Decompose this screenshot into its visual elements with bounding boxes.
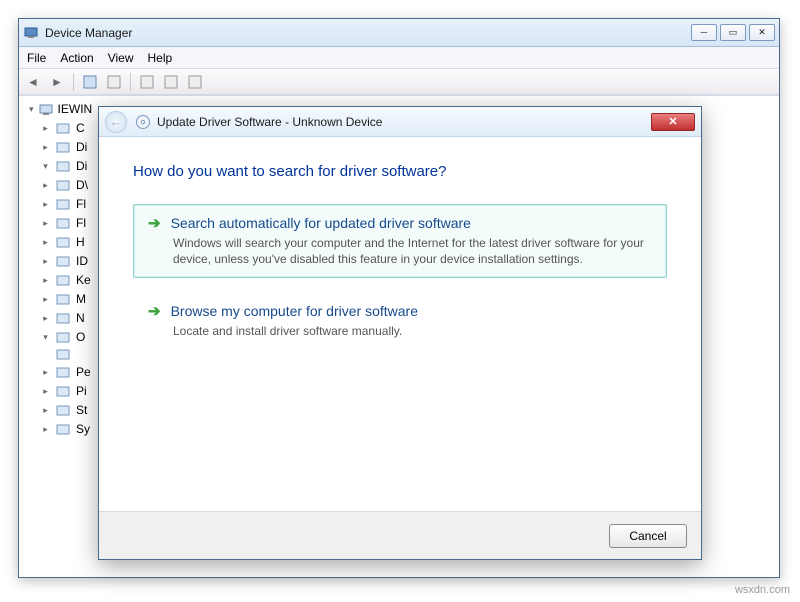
toolbar-back-button[interactable]: ◄	[23, 72, 43, 92]
tree-node-label: Fl	[76, 195, 86, 214]
dialog-heading: How do you want to search for driver sof…	[133, 163, 667, 180]
tree-node-label: Di	[76, 138, 87, 157]
expand-icon[interactable]: ▸	[41, 119, 50, 138]
tree-node-label: Pe	[76, 363, 91, 382]
update-driver-dialog: ← Update Driver Software - Unknown Devic…	[98, 106, 702, 560]
option-search-automatically[interactable]: ➔ Search automatically for updated drive…	[133, 204, 667, 278]
expand-icon[interactable]: ▸	[41, 401, 50, 420]
toolbar-forward-button[interactable]: ►	[47, 72, 67, 92]
tree-node-label: D\	[76, 176, 88, 195]
expand-icon[interactable]: ▸	[41, 290, 50, 309]
expand-icon[interactable]: ▸	[41, 363, 50, 382]
tree-node-label: St	[76, 401, 87, 420]
expand-icon[interactable]: ▸	[41, 271, 50, 290]
menu-help[interactable]: Help	[148, 51, 173, 65]
device-icon	[55, 216, 71, 232]
toolbar-icon[interactable]	[161, 72, 181, 92]
expand-icon[interactable]: ▸	[41, 138, 50, 157]
tree-node-label: Fl	[76, 214, 86, 233]
device-manager-titlebar[interactable]: Device Manager ─ ▭ ✕	[19, 19, 779, 47]
tree-node-label: ID	[76, 252, 88, 271]
tree-node-label: H	[76, 233, 85, 252]
device-manager-title: Device Manager	[45, 26, 691, 40]
expand-icon[interactable]: ▾	[41, 328, 50, 347]
device-icon	[55, 178, 71, 194]
cancel-button[interactable]: Cancel	[609, 524, 687, 548]
toolbar-icon[interactable]	[104, 72, 124, 92]
menu-file[interactable]: File	[27, 51, 46, 65]
device-icon	[55, 422, 71, 438]
expand-icon[interactable]: ▸	[41, 214, 50, 233]
device-icon	[55, 235, 71, 251]
close-button[interactable]: ✕	[749, 24, 775, 41]
device-icon	[55, 403, 71, 419]
tree-node-label: Pi	[76, 382, 87, 401]
tree-node-label: C	[76, 119, 85, 138]
collapse-icon[interactable]: ▾	[29, 100, 34, 119]
device-icon	[55, 254, 71, 270]
option-description: Windows will search your computer and th…	[173, 235, 652, 267]
tree-node-label: N	[76, 309, 85, 328]
device-icon	[55, 273, 71, 289]
device-manager-icon	[23, 25, 39, 41]
tree-node-label: Sy	[76, 420, 90, 439]
toolbar-icon[interactable]	[80, 72, 100, 92]
device-manager-menubar: File Action View Help	[19, 47, 779, 69]
tree-node-label: M	[76, 290, 86, 309]
option-title: Search automatically for updated driver …	[171, 215, 471, 231]
device-icon	[55, 140, 71, 156]
expand-icon[interactable]: ▸	[41, 176, 50, 195]
expand-icon[interactable]: ▸	[41, 195, 50, 214]
toolbar-separator	[73, 73, 74, 91]
toolbar-icon[interactable]	[185, 72, 205, 92]
toolbar-separator	[130, 73, 131, 91]
dialog-footer: Cancel	[99, 511, 701, 559]
device-icon	[55, 330, 71, 346]
arrow-icon: ➔	[148, 216, 161, 231]
device-icon	[55, 347, 71, 363]
menu-view[interactable]: View	[108, 51, 134, 65]
tree-root-label: IEWIN	[58, 100, 93, 119]
minimize-button[interactable]: ─	[691, 24, 717, 41]
menu-action[interactable]: Action	[60, 51, 93, 65]
tree-node-label: Di	[76, 157, 87, 176]
dialog-title: Update Driver Software - Unknown Device	[157, 115, 651, 129]
dialog-close-button[interactable]: ✕	[651, 113, 695, 131]
expand-icon[interactable]: ▸	[41, 382, 50, 401]
expand-icon[interactable]: ▸	[41, 252, 50, 271]
device-icon	[55, 384, 71, 400]
device-icon	[55, 121, 71, 137]
option-title: Browse my computer for driver software	[171, 303, 418, 319]
device-icon	[55, 292, 71, 308]
dialog-titlebar[interactable]: ← Update Driver Software - Unknown Devic…	[99, 107, 701, 137]
device-manager-toolbar: ◄ ►	[19, 69, 779, 95]
expand-icon[interactable]: ▸	[41, 233, 50, 252]
expand-icon[interactable]: ▸	[41, 420, 50, 439]
tree-node-label: O	[76, 328, 85, 347]
device-icon	[55, 197, 71, 213]
expand-icon[interactable]: ▾	[41, 157, 50, 176]
arrow-icon: ➔	[148, 304, 161, 319]
toolbar-icon[interactable]	[137, 72, 157, 92]
expand-icon[interactable]: ▸	[41, 309, 50, 328]
device-icon	[55, 365, 71, 381]
maximize-button[interactable]: ▭	[720, 24, 746, 41]
computer-icon	[38, 102, 54, 118]
device-icon	[55, 311, 71, 327]
back-button[interactable]: ←	[105, 111, 127, 133]
device-icon	[55, 159, 71, 175]
option-browse-computer[interactable]: ➔ Browse my computer for driver software…	[133, 292, 667, 350]
option-description: Locate and install driver software manua…	[173, 323, 652, 339]
tree-node-label: Ke	[76, 271, 91, 290]
driver-cd-icon	[135, 114, 151, 130]
watermark: wsxdn.com	[735, 584, 790, 596]
